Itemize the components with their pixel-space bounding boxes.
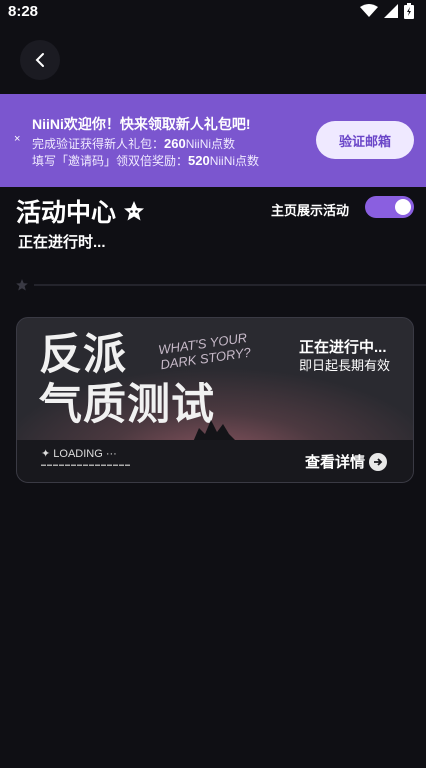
status-icons — [360, 3, 414, 19]
wifi-icon — [360, 4, 378, 17]
arrow-right-icon — [369, 452, 388, 471]
activity-art-title-line2: 气质测试 — [39, 380, 215, 430]
loading-text: ✦ LOADING ··· — [41, 448, 117, 460]
silhouette-graphic — [193, 420, 237, 442]
chevron-left-icon — [35, 53, 44, 67]
verify-email-button[interactable]: 验证邮箱 — [316, 121, 414, 159]
small-star-icon — [16, 279, 28, 291]
banner-reward-prefix: 完成验证获得新人礼包： — [32, 137, 165, 151]
loading-fine-print: ▬▬▬▬▬▬▬▬▬▬▬▬▬▬▬ — [41, 462, 131, 468]
banner-invite-prefix: 填写「邀请码」领双倍奖励： — [32, 154, 189, 168]
page-subtitle: 正在进行时... — [18, 234, 106, 251]
status-time: 8:28 — [8, 3, 39, 20]
homepage-activity-toggle[interactable] — [365, 196, 414, 218]
section-divider — [34, 284, 426, 286]
banner-title: NiiNi欢迎你！快来领取新人礼包吧! — [32, 116, 251, 132]
page-title: 活动中心 — [16, 199, 117, 227]
banner-invite-suffix: NiiNi点数 — [209, 154, 260, 168]
back-button[interactable] — [20, 40, 60, 80]
activity-status: 正在进行中... — [299, 339, 387, 356]
banner-invite-value: 520 — [188, 153, 210, 168]
banner-reward-suffix: NiiNi点数 — [185, 137, 236, 151]
banner-close-button[interactable]: × — [14, 133, 20, 145]
signal-icon — [384, 4, 398, 18]
view-details-label: 查看详情 — [305, 454, 366, 471]
toggle-knob — [395, 199, 411, 215]
banner-invite-line: 填写「邀请码」领双倍奖励：520NiiNi点数 — [32, 152, 259, 169]
page-title-row: 活动中心 — [16, 193, 146, 229]
banner-reward-line: 完成验证获得新人礼包：260NiiNi点数 — [32, 135, 235, 152]
view-details-button[interactable]: 查看详情 — [305, 451, 388, 472]
banner-reward-value: 260 — [164, 136, 186, 151]
battery-icon — [404, 3, 414, 19]
status-bar: 8:28 — [0, 0, 426, 24]
star-icon[interactable] — [122, 199, 146, 223]
activity-duration: 即日起長期有效 — [299, 358, 391, 373]
homepage-toggle-label: 主页展示活动 — [271, 203, 350, 218]
activity-card[interactable]: 反派 气质测试 WHAT'S YOUR DARK STORY? 正在进行中...… — [16, 317, 414, 483]
